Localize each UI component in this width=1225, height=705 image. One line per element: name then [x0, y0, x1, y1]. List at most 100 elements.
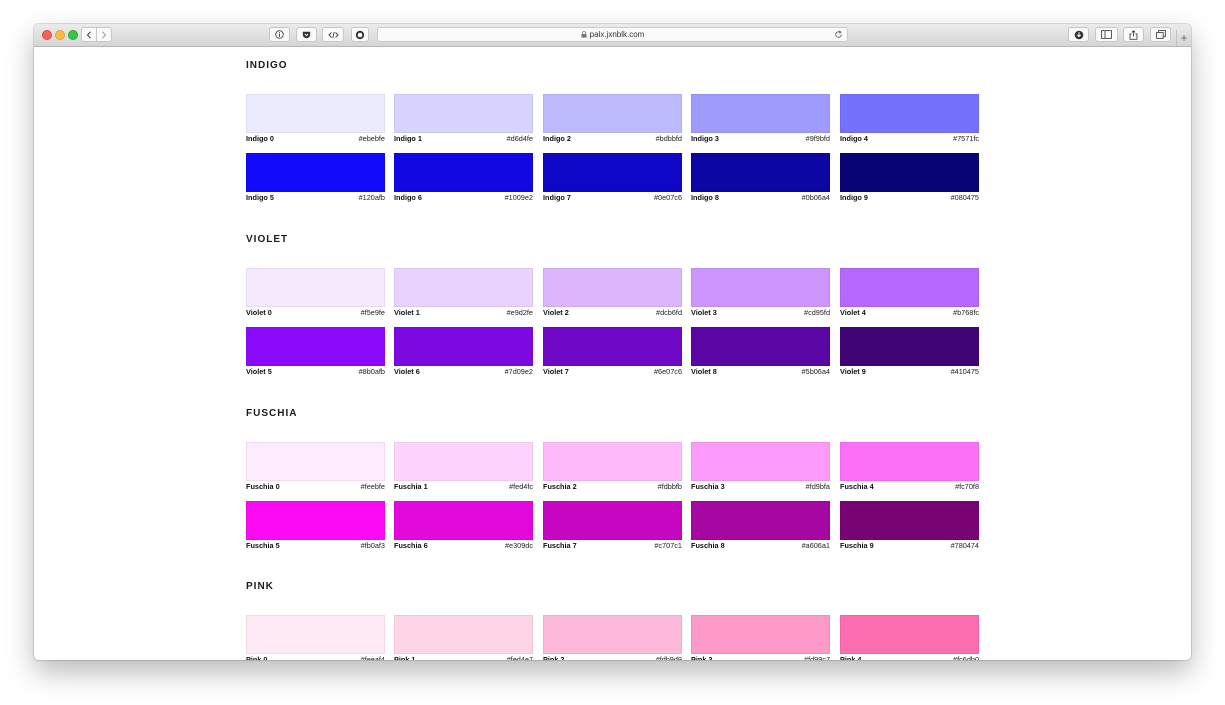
color-swatch[interactable]: Fuschia 0 #feebfe — [246, 442, 385, 493]
color-swatch[interactable]: Violet 7 #6e07c6 — [543, 327, 682, 378]
reload-icon[interactable] — [834, 30, 843, 39]
color-swatch[interactable]: Violet 2 #dcb6fd — [543, 268, 682, 319]
color-chip[interactable] — [840, 442, 979, 481]
color-chip[interactable] — [394, 501, 533, 540]
swatch-meta: Violet 4 #b768fc — [840, 308, 979, 319]
color-chip[interactable] — [246, 442, 385, 481]
color-chip[interactable] — [840, 94, 979, 133]
color-chip[interactable] — [246, 615, 385, 654]
color-swatch[interactable]: Indigo 9 #080475 — [840, 153, 979, 204]
color-swatch[interactable]: Fuschia 3 #fd9bfa — [691, 442, 830, 493]
color-swatch[interactable]: Fuschia 1 #fed4fc — [394, 442, 533, 493]
color-chip[interactable] — [691, 442, 830, 481]
minimize-window-button[interactable] — [55, 30, 65, 40]
code-button[interactable] — [322, 27, 344, 42]
color-name: Fuschia 7 — [543, 541, 577, 550]
color-swatch[interactable]: Fuschia 8 #a606a1 — [691, 501, 830, 552]
color-swatch[interactable]: Pink 0 #feeaf4 — [246, 615, 385, 660]
color-swatch[interactable]: Violet 6 #7d09e2 — [394, 327, 533, 378]
color-swatch[interactable]: Violet 9 #410475 — [840, 327, 979, 378]
color-swatch[interactable]: Indigo 3 #9f9bfd — [691, 94, 830, 145]
color-swatch[interactable]: Fuschia 2 #fdbbfb — [543, 442, 682, 493]
color-swatch[interactable]: Violet 4 #b768fc — [840, 268, 979, 319]
address-bar[interactable]: palx.jxnblk.com — [377, 27, 848, 42]
pocket-button[interactable] — [296, 27, 317, 42]
color-chip[interactable] — [394, 268, 533, 307]
extension-button[interactable] — [351, 27, 369, 42]
color-swatch[interactable]: Pink 4 #fc6db0 — [840, 615, 979, 660]
color-swatch[interactable]: Indigo 5 #120afb — [246, 153, 385, 204]
color-chip[interactable] — [840, 501, 979, 540]
color-chip[interactable] — [394, 615, 533, 654]
color-chip[interactable] — [394, 153, 533, 192]
color-swatch[interactable]: Indigo 2 #bdbbfd — [543, 94, 682, 145]
color-hex: #410475 — [950, 367, 979, 376]
color-name: Violet 2 — [543, 308, 569, 317]
forward-button[interactable] — [96, 28, 111, 41]
color-chip[interactable] — [543, 615, 682, 654]
color-chip[interactable] — [394, 94, 533, 133]
color-swatch[interactable]: Violet 3 #cd95fd — [691, 268, 830, 319]
color-chip[interactable] — [840, 268, 979, 307]
color-swatch[interactable]: Indigo 7 #0e07c6 — [543, 153, 682, 204]
color-name: Indigo 8 — [691, 193, 719, 202]
color-chip[interactable] — [691, 615, 830, 654]
color-chip[interactable] — [246, 94, 385, 133]
info-button[interactable] — [269, 27, 290, 42]
color-chip[interactable] — [543, 153, 682, 192]
color-chip[interactable] — [394, 442, 533, 481]
sidebar-button[interactable] — [1095, 27, 1118, 42]
color-chip[interactable] — [543, 268, 682, 307]
color-swatch[interactable]: Pink 2 #fdb9d9 — [543, 615, 682, 660]
color-swatch[interactable]: Violet 0 #f5e9fe — [246, 268, 385, 319]
color-chip[interactable] — [840, 153, 979, 192]
color-chip[interactable] — [543, 327, 682, 366]
color-chip[interactable] — [543, 442, 682, 481]
color-swatch[interactable]: Violet 8 #5b06a4 — [691, 327, 830, 378]
new-tab-button[interactable]: + — [1176, 30, 1191, 46]
color-swatch[interactable]: Indigo 4 #7571fc — [840, 94, 979, 145]
color-chip[interactable] — [691, 268, 830, 307]
color-swatch[interactable]: Fuschia 7 #c707c1 — [543, 501, 682, 552]
color-swatch[interactable]: Violet 5 #8b0afb — [246, 327, 385, 378]
color-swatch[interactable]: Fuschia 4 #fc70f8 — [840, 442, 979, 493]
color-chip[interactable] — [840, 615, 979, 654]
color-chip[interactable] — [691, 501, 830, 540]
color-chip[interactable] — [543, 94, 682, 133]
color-name: Fuschia 2 — [543, 482, 577, 491]
color-chip[interactable] — [394, 327, 533, 366]
color-chip[interactable] — [691, 94, 830, 133]
color-swatch[interactable]: Fuschia 9 #780474 — [840, 501, 979, 552]
fullscreen-window-button[interactable] — [68, 30, 78, 40]
color-swatch[interactable]: Violet 1 #e9d2fe — [394, 268, 533, 319]
color-swatch[interactable]: Fuschia 5 #fb0af3 — [246, 501, 385, 552]
color-chip[interactable] — [691, 327, 830, 366]
color-chip[interactable] — [246, 327, 385, 366]
color-chip[interactable] — [543, 501, 682, 540]
color-swatch[interactable]: Pink 3 #fd99c7 — [691, 615, 830, 660]
color-chip[interactable] — [246, 153, 385, 192]
color-chip[interactable] — [691, 153, 830, 192]
color-chip[interactable] — [246, 268, 385, 307]
color-chip[interactable] — [840, 327, 979, 366]
color-name: Fuschia 0 — [246, 482, 280, 491]
color-swatch[interactable]: Indigo 0 #ebebfe — [246, 94, 385, 145]
color-name: Violet 7 — [543, 367, 569, 376]
color-swatch[interactable]: Pink 1 #fed4e7 — [394, 615, 533, 660]
color-name: Fuschia 1 — [394, 482, 428, 491]
share-button[interactable] — [1123, 27, 1144, 42]
color-chip[interactable] — [246, 501, 385, 540]
color-hex: #5b06a4 — [801, 367, 830, 376]
swatch-meta: Violet 7 #6e07c6 — [543, 367, 682, 378]
download-button[interactable] — [1068, 27, 1089, 42]
color-name: Violet 3 — [691, 308, 717, 317]
color-swatch[interactable]: Indigo 6 #1009e2 — [394, 153, 533, 204]
swatch-meta: Violet 8 #5b06a4 — [691, 367, 830, 378]
color-swatch[interactable]: Indigo 8 #0b06a4 — [691, 153, 830, 204]
color-swatch[interactable]: Fuschia 6 #e309dc — [394, 501, 533, 552]
close-window-button[interactable] — [42, 30, 52, 40]
tabs-overview-button[interactable] — [1150, 27, 1171, 42]
color-swatch[interactable]: Indigo 1 #d6d4fe — [394, 94, 533, 145]
back-button[interactable] — [82, 28, 96, 41]
swatch-meta: Fuschia 7 #c707c1 — [543, 541, 682, 552]
